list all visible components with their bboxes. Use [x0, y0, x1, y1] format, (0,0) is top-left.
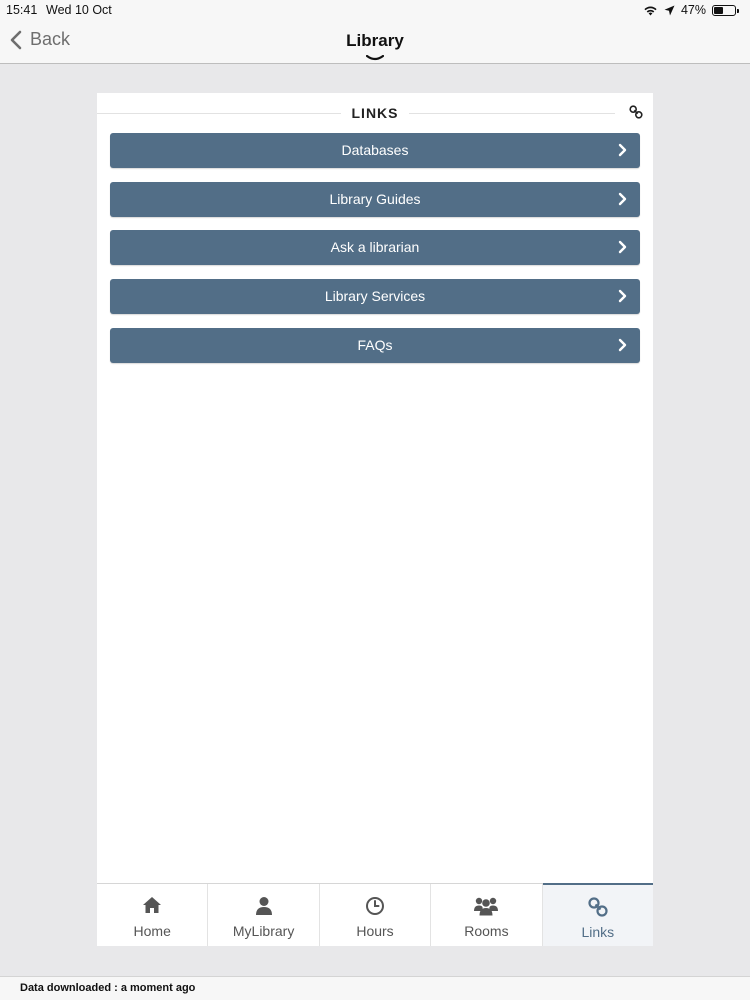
chevron-right-icon: [618, 338, 627, 351]
tab-label: Rooms: [464, 923, 509, 939]
link-faqs-button[interactable]: FAQs: [110, 327, 640, 363]
group-icon: [474, 897, 499, 916]
section-title: LINKS: [351, 105, 399, 121]
clock-icon: [366, 897, 385, 915]
navigation-bar: Back Library: [0, 20, 750, 64]
section-header: LINKS: [97, 93, 653, 133]
status-time: 15:41: [6, 3, 38, 17]
tab-label: MyLibrary: [232, 923, 295, 939]
link-library-services-button[interactable]: Library Services: [110, 279, 640, 315]
page-title: Library: [346, 31, 404, 50]
tab-home[interactable]: Home: [97, 884, 209, 946]
link-label: Ask a librarian: [330, 239, 420, 256]
user-icon: [255, 897, 272, 915]
tab-links[interactable]: Links: [542, 883, 654, 946]
chevron-right-icon: [618, 143, 627, 157]
tab-mylibrary[interactable]: MyLibrary: [208, 884, 320, 946]
link-library-guides-button[interactable]: Library Guides: [110, 181, 640, 217]
location-arrow-icon: [664, 5, 675, 15]
home-icon: [143, 897, 162, 913]
tab-label: Links: [581, 924, 615, 940]
link-label: FAQs: [357, 336, 393, 353]
content-panel: LINKS Databases Library Guides Ask a lib…: [97, 93, 654, 946]
link-list: Databases Library Guides Ask a librarian…: [110, 133, 640, 376]
status-right: 47%: [643, 3, 739, 17]
tab-label: Home: [133, 923, 171, 939]
battery-percent: 47%: [680, 3, 706, 17]
chevron-right-icon: [618, 192, 627, 205]
link-label: Library Guides: [329, 190, 421, 207]
status-bar: 15:41 Wed 10 Oct 47%: [0, 0, 750, 20]
data-downloaded-status: Data downloaded : a moment ago: [20, 982, 196, 994]
tab-hours[interactable]: Hours: [319, 884, 432, 946]
footer-status-bar: Data downloaded : a moment ago: [0, 976, 750, 1000]
link-icon: [629, 105, 643, 119]
chevron-right-icon: [618, 289, 627, 303]
title-caret-icon: [366, 55, 384, 61]
wifi-icon: [644, 6, 657, 15]
link-databases-button[interactable]: Databases: [110, 133, 640, 168]
link-icon: [588, 897, 608, 917]
battery-icon: [712, 4, 739, 16]
chevron-right-icon: [618, 241, 627, 254]
link-label: Library Services: [324, 288, 426, 305]
tab-bar: Home MyLibrary Hours Rooms Links: [97, 883, 654, 946]
link-label: Databases: [341, 142, 409, 158]
status-date: Wed 10 Oct: [46, 3, 112, 17]
tab-label: Hours: [356, 923, 394, 939]
link-ask-a-librarian-button[interactable]: Ask a librarian: [110, 230, 640, 266]
tab-rooms[interactable]: Rooms: [431, 884, 543, 946]
